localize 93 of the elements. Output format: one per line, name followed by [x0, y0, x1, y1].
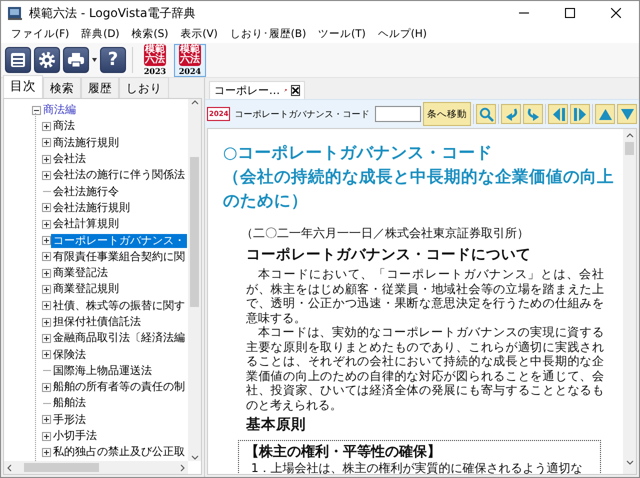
tree-item[interactable]: 会社法施行規則: [51, 200, 132, 215]
expander-icon[interactable]: [32, 106, 41, 115]
paragraph: 本コードは、実効的なコーポレートガバナンスの実現に資する主要な原則を取りまとめたものであり、これらが適切に実践されることは、それぞれの会社において持続的な成長と中長期的な企業価値の向上のための自律的な対応が図られることを通じて、会社、投資家、ひいては経済全体の発展にも寄与することとなるものと考えられる。: [246, 325, 604, 412]
edition-button[interactable]: 模範六法 2023: [139, 44, 171, 76]
scroll-down-icon[interactable]: [626, 460, 634, 466]
tree-item[interactable]: 社債、株式等の振替に関す: [51, 298, 187, 313]
principle-item: 1．上場会社は、株主の権利が実質的に確保されるよう適切な: [251, 461, 584, 474]
tree-item[interactable]: コーポレートガバナンス・: [51, 234, 187, 248]
scrollbar-thumb[interactable]: [24, 463, 99, 472]
expander-icon[interactable]: [42, 415, 51, 424]
scroll-up-icon[interactable]: [190, 99, 198, 105]
panel-tab[interactable]: 履歴: [81, 77, 119, 98]
close-tab-button[interactable]: [291, 85, 300, 96]
menu-item[interactable]: ヘルプ(H): [372, 27, 433, 41]
expander-icon[interactable]: [42, 220, 51, 229]
print-button[interactable]: [63, 47, 89, 73]
expander-icon[interactable]: [42, 203, 51, 212]
expander-icon[interactable]: [42, 382, 51, 392]
expander-icon[interactable]: [42, 154, 51, 164]
document-heading: （会社の持続的な成長と中長期的な企業価値の向上のために）: [223, 166, 615, 212]
scroll-up-icon[interactable]: [626, 132, 634, 138]
help-button[interactable]: ?: [100, 47, 126, 73]
expander-icon[interactable]: [42, 122, 51, 131]
tree-item[interactable]: 会社法の施行に伴う関係法: [51, 168, 187, 182]
scroll-left-icon[interactable]: [6, 464, 12, 472]
expander-icon[interactable]: [42, 252, 51, 262]
principle-heading: 【株主の権利・平等性の確保】: [245, 444, 442, 461]
list-button[interactable]: [5, 47, 31, 73]
scroll-right-icon[interactable]: [180, 464, 186, 472]
expander-icon[interactable]: [42, 350, 51, 360]
scroll-down-icon[interactable]: [190, 455, 198, 461]
tree-item[interactable]: 商法施行規則: [51, 136, 121, 150]
tree-item[interactable]: 会社法施行令: [51, 184, 121, 199]
tree-item[interactable]: 国際海上物品運送法: [51, 364, 154, 378]
tree-item[interactable]: 会社計算規則: [51, 217, 121, 232]
tree-item[interactable]: 小切手法: [51, 429, 99, 444]
expander-icon[interactable]: [42, 236, 51, 246]
panel-tab[interactable]: 目次: [3, 75, 43, 98]
app-icon: [7, 5, 23, 21]
menu-item[interactable]: ツール(T): [312, 27, 372, 41]
edition-button[interactable]: 模範六法 2024: [174, 44, 206, 76]
document-heading: ○コーポレートガバナンス・コード: [223, 142, 494, 164]
tree-item[interactable]: 金融商品取引法〔経済法編: [51, 331, 187, 346]
close-icon[interactable]: [292, 87, 299, 94]
vertical-scrollbar[interactable]: [188, 99, 201, 461]
section-heading: 基本原則: [246, 416, 307, 434]
scrollbar-thumb[interactable]: [625, 142, 634, 155]
section-heading: コーポレートガバナンス・コードについて: [246, 246, 532, 264]
menu-item[interactable]: 検索(S): [126, 27, 174, 41]
tree-item[interactable]: 商業登記規則: [51, 282, 121, 296]
gear-icon[interactable]: [38, 51, 56, 69]
article-number-field[interactable]: [375, 106, 421, 122]
document-tab[interactable]: コーポレー…: [209, 81, 305, 99]
horizontal-scrollbar[interactable]: [4, 461, 188, 474]
settings-button[interactable]: [34, 47, 60, 73]
expander-icon[interactable]: [42, 334, 51, 343]
date-line: （二〇二一年六月一一日／株式会社東京証券取引所）: [241, 225, 530, 242]
tree-item[interactable]: 船舶の所有者等の責任の制: [51, 380, 187, 394]
vertical-scrollbar[interactable]: [623, 129, 636, 474]
maximize-icon[interactable]: [565, 8, 575, 18]
expander-icon[interactable]: [42, 318, 51, 326]
document-title: コーポレートガバナンス・コード: [234, 108, 370, 120]
close-icon[interactable]: [611, 8, 621, 18]
list-icon[interactable]: [10, 52, 26, 68]
menu-item[interactable]: 辞典(D): [75, 27, 126, 41]
tree-item[interactable]: 担保付社債信託法: [51, 315, 143, 329]
panel-tab[interactable]: しおり: [119, 77, 169, 98]
expander-icon[interactable]: [42, 301, 51, 310]
expander-icon[interactable]: [42, 284, 51, 294]
tree-item[interactable]: 商業登記法: [51, 266, 110, 280]
expander-icon[interactable]: [42, 268, 51, 278]
tree-item[interactable]: 会社法: [51, 152, 88, 166]
caret-icon[interactable]: [92, 58, 97, 62]
printer-icon[interactable]: [67, 52, 85, 68]
menu-item[interactable]: 表示(V): [174, 27, 224, 41]
tree-item[interactable]: 商法編: [41, 103, 78, 118]
menu-item[interactable]: しおり･履歴(B): [224, 27, 312, 41]
expander-icon[interactable]: [42, 432, 51, 441]
expander-icon[interactable]: [42, 170, 51, 180]
window-title: 模範六法 - LogoVista電子辞典: [29, 4, 196, 22]
expander-icon[interactable]: [42, 448, 51, 457]
scrollbar-thumb[interactable]: [190, 157, 199, 307]
tree-item[interactable]: 保険法: [51, 348, 88, 362]
tree-item[interactable]: 私的独占の禁止及び公正取: [51, 445, 187, 460]
panel-tab[interactable]: 検索: [43, 77, 81, 98]
paragraph: 本コードにおいて、「コーポレートガバナンス」とは、会社が、株主をはじめ顧客・従業員・地域社会等の立場を踏まえた上で、透明・公正かつ迅速・果断な意思決定を行うための仕組みを意味する。: [246, 267, 604, 325]
menu-item[interactable]: ファイル(F): [5, 27, 76, 41]
tree-item[interactable]: 商法: [51, 119, 77, 134]
tree-item[interactable]: 手形法: [51, 412, 88, 427]
jump-button[interactable]: 条へ移動: [423, 102, 471, 126]
expander-icon[interactable]: [42, 138, 51, 148]
tree-item[interactable]: 船舶法: [51, 396, 88, 410]
tree-item[interactable]: 有限責任事業組合契約に関: [51, 250, 187, 264]
